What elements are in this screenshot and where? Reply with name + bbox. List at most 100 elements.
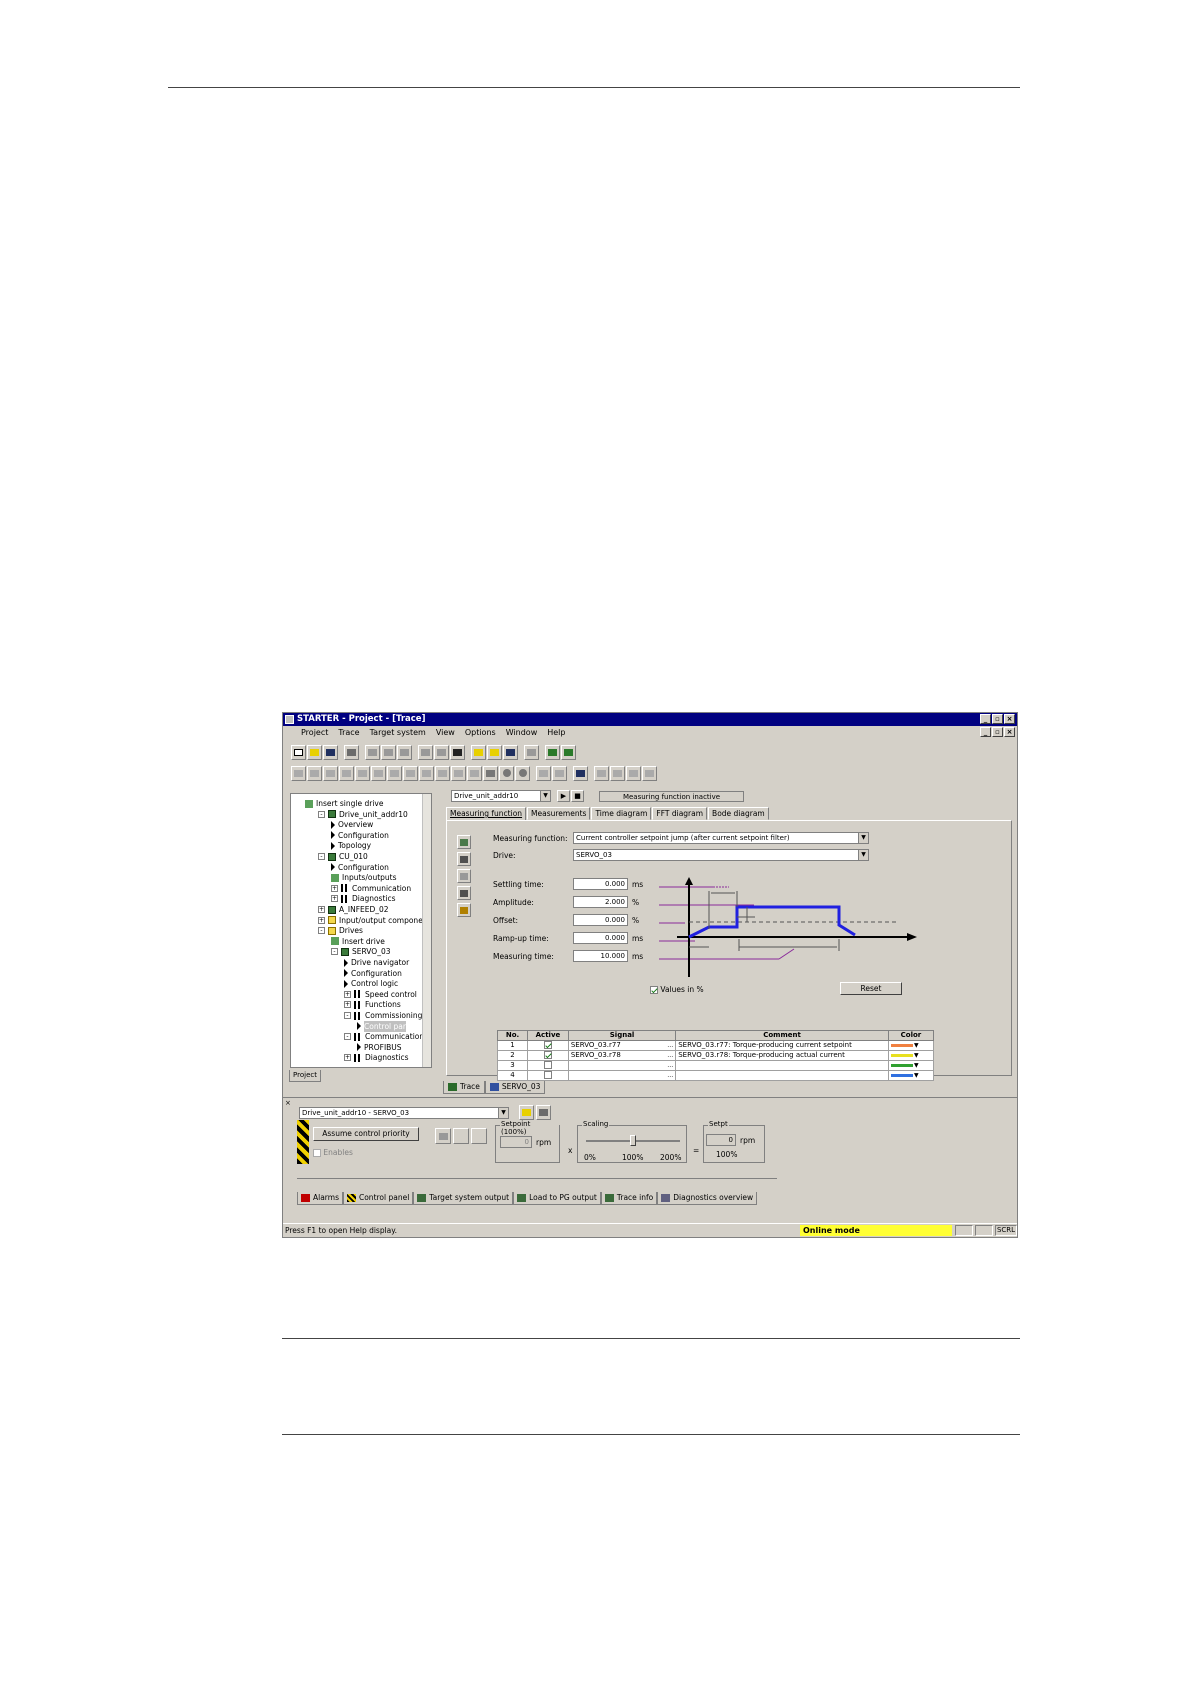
menu-window[interactable]: Window bbox=[506, 728, 538, 737]
row-signal[interactable]: SERVO_03.r77… bbox=[567, 1040, 677, 1051]
row-color[interactable]: ▼ bbox=[887, 1050, 935, 1061]
drive-tool-icon[interactable] bbox=[642, 765, 657, 781]
browse-icon[interactable]: … bbox=[667, 1062, 673, 1070]
table-row[interactable]: 4 … ▼ bbox=[496, 1070, 935, 1081]
table-row[interactable]: 1 SERVO_03.r77 … SERVO_03.r77: Torque-produ… bbox=[496, 1040, 935, 1051]
row-color[interactable]: ▼ bbox=[887, 1060, 935, 1071]
row-active[interactable] bbox=[527, 1040, 569, 1051]
tree-item[interactable]: Control par bbox=[357, 1020, 406, 1032]
menu-trace[interactable]: Trace bbox=[338, 728, 359, 737]
tree-item[interactable]: Configuration bbox=[331, 830, 389, 841]
minimize-button[interactable]: _ bbox=[980, 714, 991, 724]
tree-item[interactable]: - Commissioning bbox=[344, 1010, 422, 1021]
tree-item[interactable]: - Drives bbox=[318, 925, 363, 936]
browse-icon[interactable]: … bbox=[667, 1052, 673, 1060]
drive-unit-select[interactable]: Drive_unit_addr10 ▼ bbox=[451, 790, 551, 802]
row-signal[interactable]: … bbox=[567, 1070, 677, 1081]
active-checkbox[interactable] bbox=[543, 1041, 552, 1049]
collapse-icon[interactable]: - bbox=[344, 1033, 351, 1041]
tree-item[interactable]: PROFIBUS bbox=[357, 1042, 402, 1053]
tree-item[interactable]: Topology bbox=[331, 840, 371, 851]
connect-icon[interactable] bbox=[471, 744, 486, 760]
trace-tool-icon[interactable] bbox=[435, 765, 450, 781]
tree-item[interactable]: Insert drive bbox=[331, 936, 385, 947]
start-trace-button[interactable]: ▶ bbox=[557, 790, 570, 802]
collapse-icon[interactable]: - bbox=[344, 1012, 351, 1019]
trace-tool-icon[interactable] bbox=[323, 765, 338, 781]
row-signal[interactable]: SERVO_03.r78… bbox=[567, 1050, 677, 1061]
drive-tool-icon[interactable] bbox=[594, 765, 609, 781]
table-row[interactable]: 3 … ▼ bbox=[496, 1060, 935, 1071]
active-checkbox[interactable] bbox=[543, 1051, 552, 1059]
help-icon[interactable] bbox=[450, 744, 465, 760]
amplitude-input[interactable]: 2.000 bbox=[573, 896, 628, 908]
tab-load-to-pg-output[interactable]: Load to PG output bbox=[513, 1192, 601, 1205]
delete-icon[interactable] bbox=[457, 869, 471, 883]
print-icon[interactable] bbox=[344, 744, 359, 760]
paste-icon[interactable] bbox=[397, 744, 412, 760]
menu-target-system[interactable]: Target system bbox=[370, 728, 426, 737]
tree-item[interactable]: - CU_010 bbox=[318, 851, 368, 862]
stop-trace-button[interactable]: ■ bbox=[571, 790, 584, 802]
tree-item[interactable]: Overview bbox=[331, 819, 373, 830]
drive-select[interactable]: SERVO_03 ▼ bbox=[573, 849, 869, 861]
tab-trace[interactable]: Trace bbox=[443, 1081, 485, 1094]
scaling-slider-thumb[interactable] bbox=[630, 1135, 636, 1146]
row-color[interactable]: ▼ bbox=[887, 1040, 935, 1051]
chevron-down-icon[interactable]: ▼ bbox=[540, 791, 550, 801]
tab-control-panel[interactable]: Control panel bbox=[342, 1192, 414, 1205]
chevron-down-icon[interactable]: ▼ bbox=[913, 1062, 920, 1070]
tab-target-system-output[interactable]: Target system output bbox=[413, 1192, 514, 1205]
collapse-icon[interactable]: - bbox=[318, 853, 325, 860]
browse-icon[interactable]: … bbox=[667, 1042, 673, 1050]
tree-item[interactable]: + Communication bbox=[331, 883, 411, 894]
expand-icon[interactable]: + bbox=[344, 1001, 351, 1009]
parameter-icon[interactable] bbox=[457, 886, 471, 900]
drive-tool-icon[interactable] bbox=[626, 765, 641, 781]
tree-item[interactable]: + Diagnostics bbox=[344, 1052, 409, 1063]
chevron-down-icon[interactable]: ▼ bbox=[858, 850, 868, 860]
enables-check[interactable] bbox=[313, 1149, 321, 1157]
tree-item[interactable]: + A_INFEED_02 bbox=[318, 904, 389, 915]
tree-item[interactable]: - Communication bbox=[344, 1031, 424, 1042]
online-icon[interactable] bbox=[545, 744, 560, 760]
tab-project[interactable]: Project bbox=[289, 1070, 321, 1082]
disconnect-icon[interactable] bbox=[487, 744, 502, 760]
expand-icon[interactable]: + bbox=[331, 884, 338, 892]
expand-icon[interactable]: + bbox=[318, 906, 325, 913]
x-icon[interactable] bbox=[552, 765, 567, 781]
expand-icon[interactable]: + bbox=[331, 895, 338, 903]
control-priority-icon[interactable] bbox=[519, 1105, 534, 1120]
trace-tool-icon[interactable] bbox=[467, 765, 482, 781]
menu-options[interactable]: Options bbox=[465, 728, 496, 737]
restore-button[interactable]: ▫ bbox=[992, 714, 1003, 724]
menu-view[interactable]: View bbox=[436, 728, 455, 737]
child-close-button[interactable]: × bbox=[1004, 727, 1015, 737]
redo-icon[interactable] bbox=[434, 744, 449, 760]
collapse-icon[interactable]: - bbox=[318, 810, 325, 818]
browse-icon[interactable]: … bbox=[667, 1072, 673, 1080]
menu-project[interactable]: Project bbox=[301, 728, 328, 737]
configure-icon[interactable] bbox=[573, 765, 588, 781]
collapse-icon[interactable]: - bbox=[331, 948, 338, 956]
setpoint-input[interactable]: 0 bbox=[500, 1136, 532, 1148]
row-color[interactable]: ▼ bbox=[887, 1070, 935, 1081]
tree-item[interactable]: + Speed control bbox=[344, 989, 417, 1000]
row-active[interactable] bbox=[527, 1050, 569, 1061]
undo-icon[interactable] bbox=[418, 744, 433, 760]
tree-item[interactable]: + Diagnostics bbox=[331, 893, 396, 904]
table-row[interactable]: 2 SERVO_03.r78 … SERVO_03.r78: Torque-produ… bbox=[496, 1050, 935, 1061]
chevron-down-icon[interactable]: ▼ bbox=[498, 1108, 508, 1118]
tab-alarms[interactable]: Alarms bbox=[297, 1192, 343, 1205]
compare-icon[interactable] bbox=[524, 744, 539, 760]
row-active[interactable] bbox=[527, 1060, 569, 1071]
measuring-time-input[interactable]: 10.000 bbox=[573, 950, 628, 962]
row-active[interactable] bbox=[527, 1070, 569, 1081]
chevron-down-icon[interactable]: ▼ bbox=[913, 1072, 920, 1080]
cut-icon[interactable] bbox=[365, 744, 380, 760]
child-minimize-button[interactable]: _ bbox=[980, 727, 991, 737]
chevron-down-icon[interactable]: ▼ bbox=[858, 833, 868, 843]
measuring-function-select[interactable]: Current controller setpoint jump (after … bbox=[573, 832, 869, 844]
trace-tool-icon[interactable] bbox=[419, 765, 434, 781]
save-icon[interactable] bbox=[323, 744, 338, 760]
